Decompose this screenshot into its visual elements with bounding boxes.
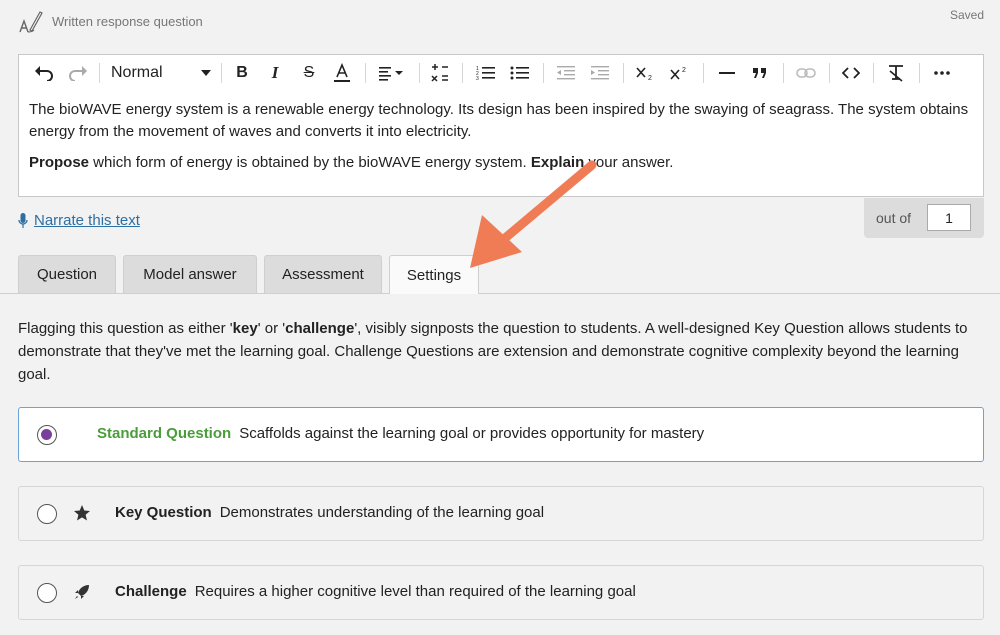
option-detail: Demonstrates understanding of the learni… (219, 504, 545, 521)
toolbar-divider (365, 63, 366, 83)
rocket-icon (75, 585, 89, 599)
option-label: Challenge (115, 583, 187, 600)
tab-model-answer[interactable]: Model answer (123, 255, 257, 293)
question-stem: The bioWAVE energy system is a renewable… (29, 101, 969, 140)
editor-tabs: Question Model answer Assessment Setting… (0, 255, 1000, 294)
redo-icon[interactable] (67, 61, 89, 85)
code-icon[interactable] (840, 61, 862, 85)
command-term-propose: Propose (29, 154, 90, 171)
svg-text:3: 3 (476, 76, 479, 81)
option-detail: Scaffolds against the learning goal or p… (239, 425, 705, 442)
tab-settings[interactable]: Settings (389, 255, 479, 294)
option-challenge[interactable]: Challenge Requires a higher cognitive lev… (18, 565, 984, 620)
ordered-list-icon[interactable]: 123 (475, 61, 497, 85)
desc-challenge: challenge (285, 320, 355, 337)
toolbar-divider (543, 63, 544, 83)
rich-text-editor[interactable]: Normal B I S 123 2 2 The bioWAVE energy … (18, 54, 984, 197)
command-term-explain: Explain (530, 154, 585, 171)
toolbar-divider (462, 63, 463, 83)
format-value: Normal (111, 64, 163, 81)
option-detail: Requires a higher cognitive level than r… (194, 583, 636, 600)
option-label: Key Question (115, 504, 212, 521)
toolbar-divider (419, 63, 420, 83)
marks-panel: out of 1 (864, 198, 984, 238)
out-of-label: out of (876, 210, 912, 226)
toolbar-divider (829, 63, 830, 83)
save-status: Saved (949, 8, 984, 22)
horizontal-rule-icon[interactable] (716, 61, 738, 85)
option-standard-question[interactable]: Standard Question Scaffolds against the l… (18, 407, 984, 462)
strikethrough-icon[interactable]: S (299, 61, 319, 85)
subscript-icon[interactable]: 2 (635, 61, 657, 85)
prompt-text: which form of energy is obtained by the … (89, 154, 531, 171)
tab-question[interactable]: Question (18, 255, 116, 293)
narrate-label: Narrate this text (34, 212, 140, 229)
question-prompt: Propose which form of energy is obtained… (29, 152, 969, 174)
radio-standard[interactable] (37, 425, 57, 445)
toolbar-divider (703, 63, 704, 83)
radio-challenge[interactable] (37, 583, 57, 603)
question-type-label: Written response question (52, 14, 203, 29)
option-title: Challenge Requires a higher cognitive lev… (115, 583, 636, 600)
undo-icon[interactable] (33, 61, 55, 85)
svg-text:2: 2 (648, 75, 652, 81)
clear-format-icon[interactable] (885, 61, 907, 85)
prompt-text-end: your answer. (584, 154, 674, 171)
font-color-icon[interactable] (332, 61, 352, 85)
written-response-icon (19, 11, 43, 33)
chevron-down-icon (201, 70, 211, 76)
toolbar-divider (221, 63, 222, 83)
more-icon[interactable] (931, 61, 953, 85)
toolbar-divider (919, 63, 920, 83)
marks-input[interactable]: 1 (927, 204, 971, 231)
desc-text: Flagging this question as either ' (18, 320, 233, 337)
indent-icon[interactable] (589, 61, 611, 85)
desc-text: ' or ' (257, 320, 286, 337)
superscript-icon[interactable]: 2 (669, 61, 691, 85)
outdent-icon[interactable] (555, 61, 577, 85)
toolbar-divider (783, 63, 784, 83)
svg-text:2: 2 (682, 67, 686, 74)
microphone-icon (18, 212, 28, 228)
option-title: Key Question Demonstrates understanding o… (115, 504, 544, 521)
option-title: Standard Question Scaffolds against the l… (97, 425, 704, 442)
link-icon[interactable] (795, 61, 817, 85)
bullet-list-icon[interactable] (509, 61, 531, 85)
italic-icon[interactable]: I (265, 61, 285, 85)
question-header: Written response question Saved (0, 0, 1000, 46)
toolbar-divider (99, 63, 100, 83)
editor-content[interactable]: The bioWAVE energy system is a renewable… (29, 99, 969, 183)
toolbar-divider (873, 63, 874, 83)
blockquote-icon[interactable] (749, 61, 771, 85)
editor-toolbar: Normal B I S 123 2 2 (19, 55, 983, 91)
paragraph-format-select[interactable]: Normal (111, 61, 211, 85)
settings-description: Flagging this question as either 'key' o… (18, 317, 978, 386)
star-icon (74, 505, 90, 521)
insert-formula-icon[interactable] (429, 61, 451, 85)
option-label: Standard Question (97, 425, 232, 442)
desc-key: key (232, 320, 258, 337)
toolbar-divider (623, 63, 624, 83)
tab-assessment[interactable]: Assessment (264, 255, 382, 293)
align-icon[interactable] (377, 61, 407, 85)
bold-icon[interactable]: B (232, 61, 252, 85)
radio-key[interactable] (37, 504, 57, 524)
narrate-link[interactable]: Narrate this text (18, 212, 140, 229)
option-key-question[interactable]: Key Question Demonstrates understanding o… (18, 486, 984, 541)
